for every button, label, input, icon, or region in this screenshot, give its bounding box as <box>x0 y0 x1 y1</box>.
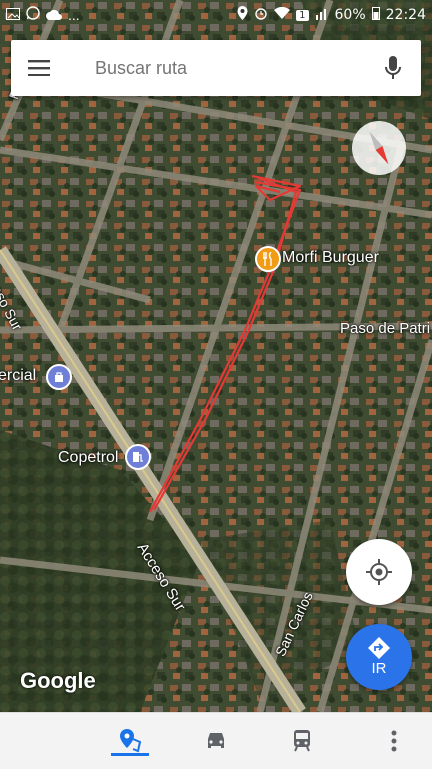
wifi-icon <box>274 6 291 23</box>
location-icon <box>237 6 248 24</box>
poi-morfi-burguer-label[interactable]: Morfi Burguer <box>282 249 379 267</box>
microphone-icon <box>385 56 401 79</box>
go-label: IR <box>371 660 387 677</box>
alarm-icon <box>254 6 268 24</box>
poi-comercial-label[interactable]: ercial <box>0 367 36 385</box>
shopping-pin-icon[interactable] <box>46 364 72 390</box>
directions-icon <box>368 637 390 659</box>
shopping-bag-icon <box>55 372 63 382</box>
satellite-map <box>0 0 432 712</box>
clock: 22:24 <box>385 7 426 23</box>
search-bar[interactable]: Buscar ruta <box>11 40 421 96</box>
gas-station-pin-icon[interactable] <box>125 444 151 470</box>
menu-button[interactable] <box>11 40 67 96</box>
sim-icon: 1 <box>296 9 309 21</box>
restaurant-pin-icon[interactable] <box>255 246 281 272</box>
tab-explore[interactable] <box>100 713 160 769</box>
compass-button[interactable] <box>352 121 406 175</box>
active-tab-indicator <box>111 753 149 756</box>
car-icon <box>208 733 224 748</box>
road-label-paso-de-patria: Paso de Patri <box>340 320 431 337</box>
bottom-navigation <box>0 712 432 769</box>
more-vert-icon <box>391 730 397 752</box>
fuel-icon <box>133 452 143 462</box>
more-notifications-icon: ... <box>68 6 80 23</box>
tab-transit[interactable] <box>272 713 332 769</box>
transit-icon <box>294 730 310 752</box>
compass-icon <box>369 131 389 165</box>
battery-percent: 60% <box>334 7 366 23</box>
tab-driving[interactable] <box>186 713 246 769</box>
battery-icon <box>371 6 380 24</box>
cloud-icon <box>46 7 62 23</box>
my-location-button[interactable] <box>346 539 412 605</box>
more-options-button[interactable] <box>364 713 424 769</box>
gallery-icon <box>6 7 20 23</box>
voice-search-button[interactable] <box>365 40 421 96</box>
signal-icon <box>315 6 329 24</box>
directions-go-button[interactable]: IR <box>346 624 412 690</box>
google-attribution: Google <box>20 668 96 693</box>
status-bar: ... 1 60% 22:24 <box>0 0 432 32</box>
explore-pin-icon <box>120 729 141 753</box>
whatsapp-icon <box>26 6 40 23</box>
hamburger-menu-icon <box>28 60 50 76</box>
my-location-icon <box>366 559 392 585</box>
search-input[interactable]: Buscar ruta <box>67 58 365 79</box>
fork-knife-icon <box>263 252 272 266</box>
map-view[interactable]: Morfi Burguer Copetrol ercial Paso de Pa… <box>0 0 432 712</box>
poi-copetrol-label[interactable]: Copetrol <box>58 449 118 467</box>
